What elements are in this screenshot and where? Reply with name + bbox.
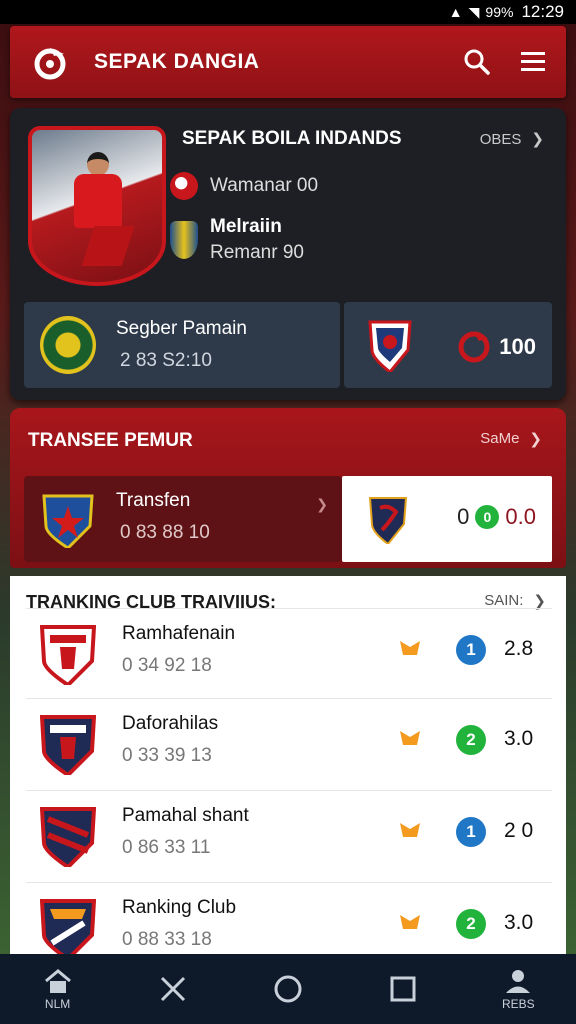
status-icons: ▲ ◥ 99% bbox=[449, 4, 514, 21]
match-line-2-title: Melraiin bbox=[210, 216, 282, 237]
ranking-value: 3.0 bbox=[504, 727, 534, 750]
signal-icon: ▲ bbox=[448, 4, 463, 20]
transfer-see-more-link[interactable]: SaMe ❯ bbox=[480, 430, 542, 448]
favorite-icon[interactable] bbox=[398, 911, 422, 935]
app-header: SEPAK DANGIA bbox=[10, 26, 566, 98]
status-dot-icon: 0 bbox=[475, 505, 500, 529]
stat-right-score: 100 bbox=[499, 334, 536, 359]
ranking-row[interactable]: Ramhafenain 0 34 92 18 1 2.8 bbox=[26, 608, 552, 698]
see-more-label: SaMe bbox=[480, 430, 520, 447]
status-bar: ▲ ◥ 99% 12:29 bbox=[0, 0, 576, 24]
transfer-section: TRANSEE PEMUR SaMe ❯ Transfen 0 83 88 10… bbox=[10, 408, 566, 568]
rank-badge: 2 bbox=[456, 909, 486, 939]
transfer-score-b: 0.0 bbox=[505, 504, 536, 529]
ranking-name: Daforahilas bbox=[122, 713, 219, 734]
menu-button[interactable] bbox=[518, 47, 548, 77]
club-crest-icon bbox=[40, 316, 96, 374]
club-crest-icon bbox=[368, 497, 408, 544]
user-icon bbox=[506, 969, 531, 993]
chevron-right-icon: ❯ bbox=[531, 131, 544, 148]
favorite-icon[interactable] bbox=[398, 727, 422, 751]
match-line-2-sub: Remanr 90 bbox=[210, 242, 304, 263]
nav-profile-label: REBS bbox=[502, 996, 535, 1011]
rank-badge: 2 bbox=[456, 725, 486, 755]
stat-left-number: 2 83 S2:10 bbox=[120, 350, 212, 371]
transfer-number: 0 83 88 10 bbox=[120, 522, 210, 543]
chevron-right-icon: ❯ bbox=[316, 496, 328, 512]
club-crest-icon bbox=[40, 625, 96, 685]
ranking-number: 0 86 33 11 bbox=[122, 837, 211, 858]
ranking-row[interactable]: Pamahal shant 0 86 33 11 1 2 0 bbox=[26, 790, 552, 880]
battery-label: 99% bbox=[485, 4, 514, 20]
transfer-title: TRANSEE PEMUR bbox=[28, 430, 193, 451]
nav-profile[interactable]: REBS bbox=[478, 968, 558, 1011]
hamburger-icon bbox=[521, 52, 545, 71]
transfer-score-a: 0 bbox=[457, 504, 470, 529]
player-image bbox=[28, 126, 166, 286]
club-crest-icon bbox=[40, 715, 96, 775]
club-crest-icon bbox=[42, 494, 94, 548]
club-badge-icon bbox=[170, 172, 198, 200]
app-logo bbox=[28, 40, 72, 84]
transfer-score-card[interactable]: 0 0 0.0 bbox=[342, 476, 552, 562]
featured-stats: Segber Pamain 2 83 S2:10 100 bbox=[24, 302, 552, 388]
rank-badge: 1 bbox=[456, 817, 486, 847]
chevron-right-icon: ❯ bbox=[529, 431, 542, 448]
ranking-value: 2 0 bbox=[504, 819, 534, 842]
wifi-icon: ◥ bbox=[468, 3, 480, 20]
rank-badge: 1 bbox=[456, 635, 486, 665]
ranking-section: TRANKING CLUB TRAIVIIUS: SAIN: ❯ Ramhafe… bbox=[10, 576, 566, 959]
ranking-name: Pamahal shant bbox=[122, 805, 249, 826]
stat-left-name: Segber Pamain bbox=[116, 318, 247, 339]
app-title: SEPAK DANGIA bbox=[94, 50, 260, 73]
transfer-name: Transfen bbox=[116, 490, 191, 511]
club-logo-icon bbox=[458, 331, 490, 363]
favorite-icon[interactable] bbox=[398, 637, 422, 661]
ranking-number: 0 88 33 18 bbox=[122, 929, 212, 950]
circle-icon bbox=[274, 975, 302, 1003]
ranking-value: 2.8 bbox=[504, 637, 534, 660]
match-line-1-label: Wamanar 00 bbox=[210, 175, 319, 196]
ranking-value: 3.0 bbox=[504, 911, 534, 934]
transfer-card[interactable]: Transfen 0 83 88 10 ❯ bbox=[24, 476, 342, 562]
ranking-name: Ramhafenain bbox=[122, 623, 236, 644]
ranking-number: 0 34 92 18 bbox=[122, 655, 212, 676]
close-icon bbox=[160, 976, 185, 1002]
club-crest-icon bbox=[40, 899, 96, 959]
club-crest-icon bbox=[368, 320, 412, 372]
favorite-icon[interactable] bbox=[398, 819, 422, 843]
search-icon bbox=[464, 49, 490, 75]
club-shield-icon bbox=[170, 221, 198, 259]
match-line-1: Wamanar 00 bbox=[170, 172, 318, 200]
home-icon bbox=[44, 968, 71, 993]
ranking-row[interactable]: Daforahilas 0 33 39 13 2 3.0 bbox=[26, 698, 552, 788]
nav-home-circle[interactable] bbox=[248, 974, 328, 1004]
nav-home-label: NLM bbox=[44, 996, 71, 1011]
search-button[interactable] bbox=[462, 47, 492, 77]
square-icon bbox=[390, 976, 416, 1002]
nav-close[interactable] bbox=[133, 975, 213, 1003]
nav-home[interactable]: NLM bbox=[18, 968, 98, 1011]
stat-card-right[interactable]: 100 bbox=[344, 302, 552, 388]
bottom-nav: NLM REBS bbox=[0, 954, 576, 1024]
ranking-number: 0 33 39 13 bbox=[122, 745, 212, 766]
featured-see-more-link[interactable]: OBES ❯ bbox=[479, 130, 544, 149]
stat-card-left[interactable]: Segber Pamain 2 83 S2:10 bbox=[24, 302, 340, 388]
club-crest-icon bbox=[40, 807, 96, 867]
nav-recents[interactable] bbox=[363, 975, 443, 1003]
featured-card[interactable]: SEPAK BOILA INDANDS OBES ❯ Wamanar 00 Me… bbox=[10, 108, 566, 400]
featured-title: SEPAK BOILA INDANDS bbox=[182, 128, 402, 149]
see-more-label: OBES bbox=[479, 130, 522, 148]
match-line-2: Melraiin Remanr 90 bbox=[170, 216, 304, 264]
ranking-name: Ranking Club bbox=[122, 897, 237, 918]
clock: 12:29 bbox=[521, 2, 564, 21]
